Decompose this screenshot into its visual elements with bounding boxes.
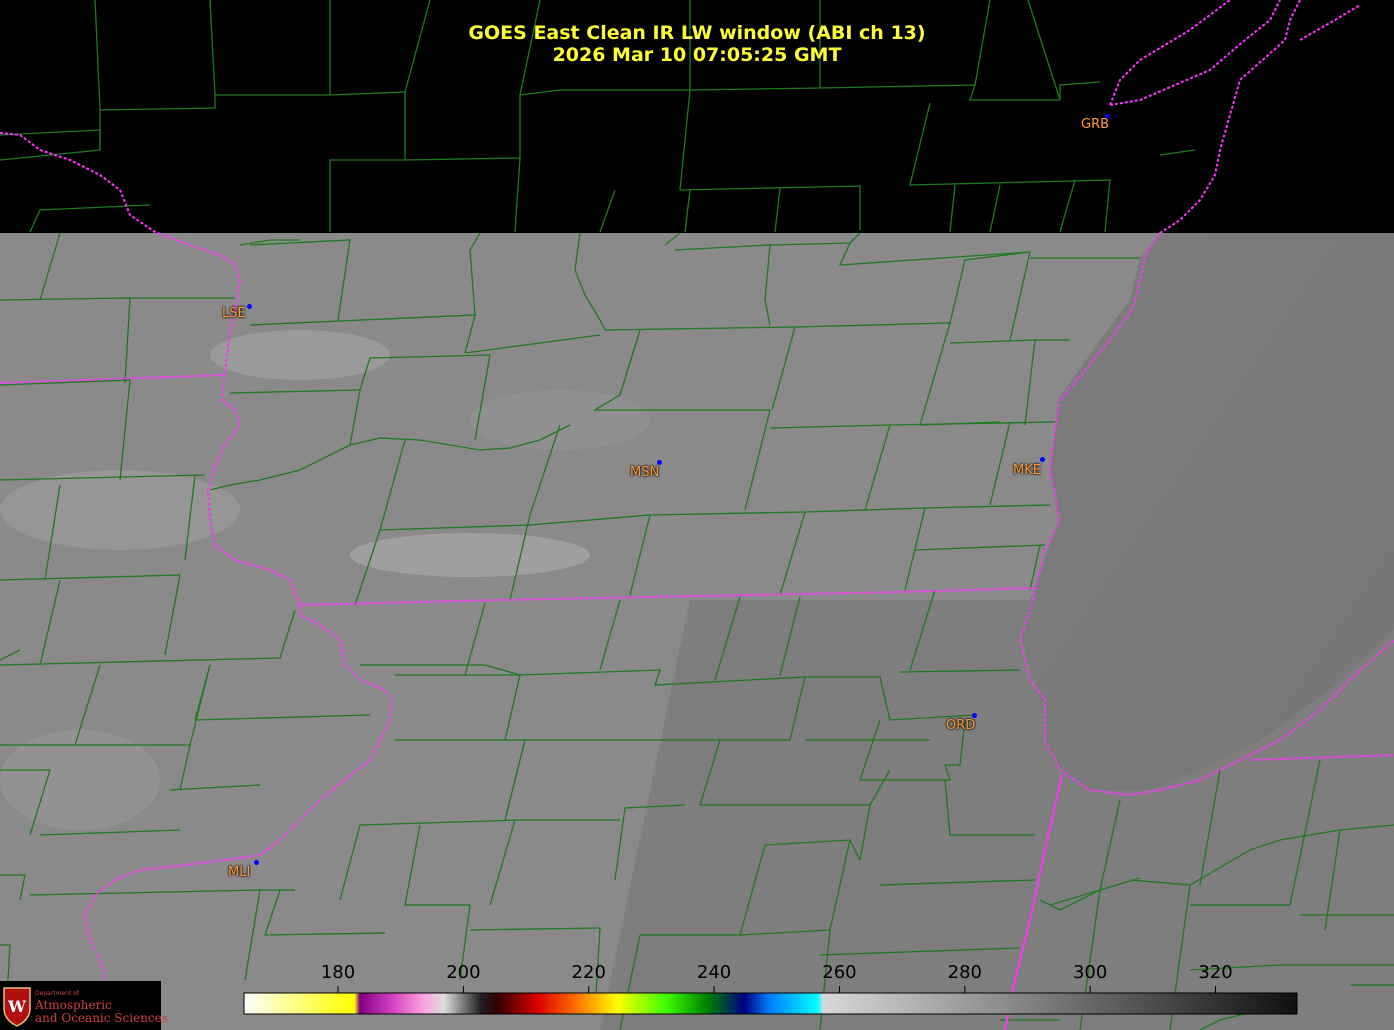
colorbar-tick-label: 180: [320, 962, 356, 983]
logo-line1: Atmospheric: [35, 998, 112, 1012]
colorbar-tick-label: 220: [571, 962, 606, 983]
colorbar-tick-label: 200: [446, 962, 481, 983]
station-label: ORD: [946, 718, 976, 733]
colorbar-tick-label: 320: [1198, 962, 1233, 983]
station-dot: [1040, 457, 1045, 462]
colorbar-tick-label: 300: [1072, 962, 1108, 983]
uw-crest-icon: W: [3, 987, 31, 1027]
colorbar-tick-label: 280: [947, 962, 982, 983]
image-title: GOES East Clean IR LW window (ABI ch 13): [468, 22, 926, 44]
station-label: LSE: [222, 306, 246, 321]
station-label: MKE: [1013, 463, 1041, 478]
station-label: MSN: [630, 465, 660, 480]
svg-text:W: W: [7, 997, 27, 1016]
satellite-map-view: GOES East Clean IR LW window (ABI ch 13)…: [0, 0, 1394, 1030]
colorbar-tick-label: 240: [696, 962, 732, 983]
station-label: GRB: [1081, 117, 1110, 132]
image-timestamp: 2026 Mar 10 07:05:25 GMT: [552, 44, 842, 66]
station-dot: [247, 304, 252, 309]
logo-line2: and Oceanic Sciences: [35, 1011, 168, 1025]
station-dot: [254, 860, 259, 865]
logo-department-text: Department of: [35, 990, 79, 997]
colorbar-tick-label: 260: [822, 962, 857, 983]
ir-satellite-image: [0, 0, 1394, 1030]
temperature-colorbar: [243, 992, 1298, 1015]
station-label: MLI: [228, 865, 251, 880]
